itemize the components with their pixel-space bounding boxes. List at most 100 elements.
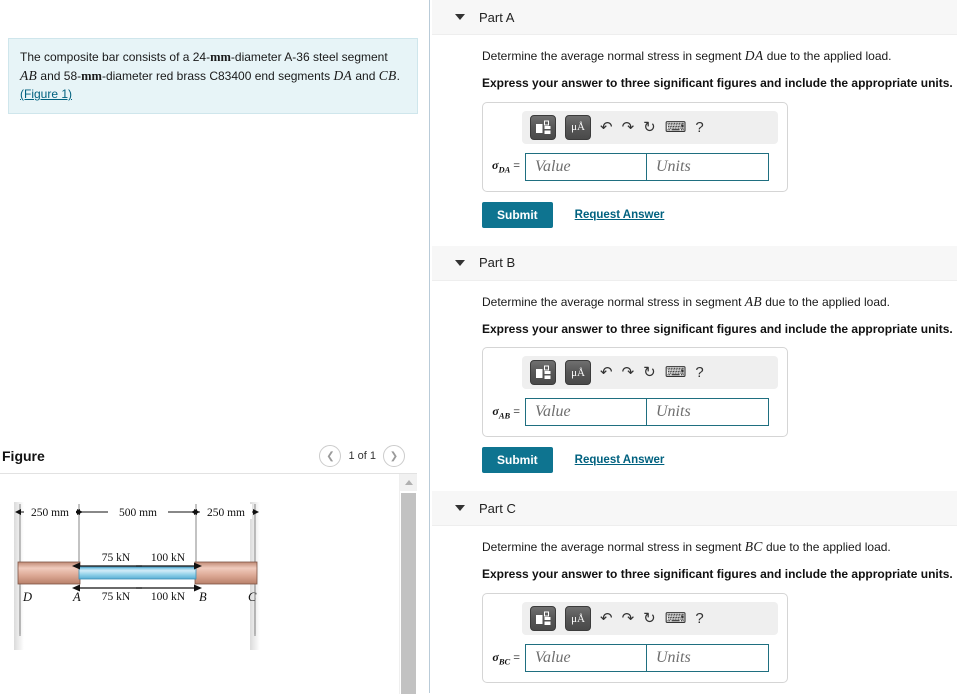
keyboard-icon[interactable]: ⌨ (665, 365, 687, 380)
figure-prev-button[interactable]: ❮ (319, 445, 342, 467)
math-template-icon[interactable] (530, 360, 556, 386)
svg-text:100 kN: 100 kN (151, 552, 186, 564)
part-a-header[interactable]: Part A (432, 0, 957, 35)
undo-icon[interactable]: ↶ (600, 611, 613, 626)
svg-text:75 kN: 75 kN (102, 552, 131, 564)
help-icon[interactable]: ? (695, 120, 703, 135)
figure-body: 250 mm 500 mm 250 mm 75 kN 100 kN 75 kN … (0, 473, 417, 694)
part-b-label: Part B (479, 255, 516, 271)
reset-icon[interactable]: ↻ (643, 120, 656, 135)
part-b-toolbar: μÅ ↶ ↷ ↻ ⌨ ? (522, 356, 778, 390)
part-c-instruction: Express your answer to three significant… (482, 567, 953, 582)
micro-angstrom-units-icon[interactable]: μÅ (565, 360, 591, 386)
question-unit-mm-1: mm (210, 50, 231, 64)
part-b-body: Determine the average normal stress in s… (432, 281, 957, 474)
part-c-toolbar: μÅ ↶ ↷ ↻ ⌨ ? (522, 602, 778, 636)
part-c-segment: BC (744, 539, 763, 555)
redo-icon[interactable]: ↷ (622, 611, 635, 626)
reset-icon[interactable]: ↻ (643, 611, 656, 626)
part-a-request-answer-link[interactable]: Request Answer (575, 209, 665, 221)
part-c-input-row: σBC = Value Units (492, 644, 778, 673)
sigma-subscript: AB (498, 410, 511, 421)
value-placeholder: Value (535, 403, 571, 421)
chevron-down-icon[interactable] (455, 14, 465, 20)
svg-text:500 mm: 500 mm (119, 507, 157, 519)
units-placeholder: Units (656, 649, 691, 667)
part-c-value-input[interactable]: Value (525, 644, 647, 673)
figure-1-link[interactable]: (Figure 1) (20, 87, 72, 101)
part-b-value-input[interactable]: Value (525, 398, 647, 427)
part-b-submit-button[interactable]: Submit (482, 447, 553, 474)
part-c-units-input[interactable]: Units (647, 644, 769, 673)
part-b-request-answer-link[interactable]: Request Answer (575, 454, 665, 466)
svg-text:75 kN: 75 kN (102, 591, 131, 603)
part-c-label: Part C (479, 500, 516, 516)
redo-icon[interactable]: ↷ (622, 365, 635, 380)
value-placeholder: Value (535, 157, 571, 175)
value-placeholder: Value (535, 649, 571, 667)
help-icon[interactable]: ? (695, 365, 703, 380)
prompt-suffix: due to the applied load. (762, 540, 891, 555)
question-statement: The composite bar consists of a 24-mm-di… (8, 38, 418, 115)
question-text-1: The composite bar consists of a 24- (20, 50, 211, 64)
question-text-5: and (352, 69, 379, 84)
part-c-answer-box: μÅ ↶ ↷ ↻ ⌨ ? σBC = Value Units (482, 593, 788, 684)
part-a-answer-box: μÅ ↶ ↷ ↻ ⌨ ? σDA = Value Units (482, 101, 788, 192)
part-c-prompt: Determine the average normal stress in s… (482, 538, 957, 557)
part-b-units-input[interactable]: Units (647, 398, 769, 427)
question-text-3: and 58- (37, 69, 82, 84)
prompt-prefix: Determine the average normal stress in s… (482, 294, 745, 309)
reset-icon[interactable]: ↻ (643, 365, 656, 380)
figure-header: Figure ❮ 1 of 1 ❯ (0, 440, 417, 472)
keyboard-icon[interactable]: ⌨ (665, 120, 687, 135)
keyboard-icon[interactable]: ⌨ (665, 611, 687, 626)
figure-next-button[interactable]: ❯ (383, 445, 405, 467)
part-a-body: Determine the average normal stress in s… (432, 35, 957, 228)
question-segment-ab: AB (20, 68, 38, 84)
redo-icon[interactable]: ↷ (622, 120, 635, 135)
question-segment-da: DA (333, 68, 353, 84)
svg-text:B: B (199, 590, 207, 604)
question-text-4: -diameter red brass C83400 end segments (101, 69, 334, 84)
sigma-subscript: BC (498, 656, 511, 667)
part-c-sigma-label: σBC = (492, 649, 520, 667)
scroll-thumb[interactable] (401, 493, 416, 694)
help-icon[interactable]: ? (695, 611, 703, 626)
part-b-answer-box: μÅ ↶ ↷ ↻ ⌨ ? σAB = Value Units (482, 347, 788, 438)
question-text-2: -diameter A-36 steel segment (230, 50, 388, 64)
chevron-down-icon[interactable] (455, 505, 465, 512)
part-a-label: Part A (479, 9, 515, 25)
prompt-suffix: due to the applied load. (761, 294, 890, 309)
undo-icon[interactable]: ↶ (600, 120, 613, 135)
svg-text:250 mm: 250 mm (31, 507, 69, 519)
units-placeholder: Units (656, 403, 691, 421)
part-a-value-input[interactable]: Value (525, 152, 647, 181)
micro-angstrom-units-icon[interactable]: μÅ (565, 114, 591, 140)
part-a-segment: DA (744, 48, 764, 63)
sigma-subscript: DA (498, 164, 511, 175)
math-template-icon[interactable] (530, 114, 556, 140)
page-root: The composite bar consists of a 24-mm-di… (0, 0, 957, 694)
scroll-up-arrow-icon[interactable] (400, 474, 417, 491)
prompt-suffix: due to the applied load. (763, 49, 892, 63)
math-template-icon[interactable] (530, 606, 556, 632)
question-segment-cb: CB (378, 68, 397, 84)
svg-text:D: D (22, 590, 32, 604)
chevron-down-icon[interactable] (455, 259, 465, 266)
section-spacer-a (432, 228, 957, 246)
figure-panel-title: Figure (2, 448, 45, 464)
svg-text:250 mm: 250 mm (207, 507, 245, 519)
prompt-prefix: Determine the average normal stress in s… (482, 49, 745, 63)
units-icon-label: μÅ (571, 121, 585, 134)
part-c-header[interactable]: Part C (432, 491, 957, 527)
units-placeholder: Units (656, 157, 691, 175)
figure-scrollbar[interactable] (399, 474, 417, 694)
part-a-toolbar: μÅ ↶ ↷ ↻ ⌨ ? (522, 110, 778, 144)
part-b-header[interactable]: Part B (432, 245, 957, 281)
micro-angstrom-units-icon[interactable]: μÅ (565, 606, 591, 632)
question-unit-mm-2: mm (81, 69, 102, 84)
figure-counter: 1 of 1 (348, 450, 376, 462)
part-a-units-input[interactable]: Units (647, 152, 769, 181)
part-a-submit-button[interactable]: Submit (482, 201, 553, 228)
undo-icon[interactable]: ↶ (600, 365, 613, 380)
